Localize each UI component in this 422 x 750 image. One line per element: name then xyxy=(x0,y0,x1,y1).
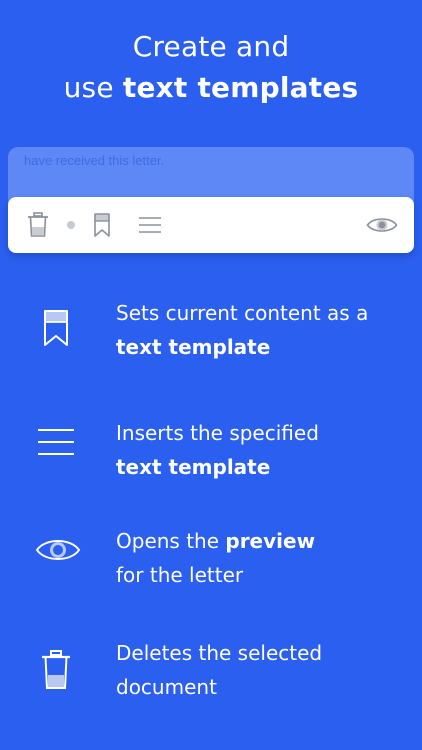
feature-icon-wrapper xyxy=(32,524,84,576)
feature-text-line-2: document xyxy=(116,675,217,699)
feature-text-bold: preview xyxy=(225,529,316,553)
headline-line-2-bold: text templates xyxy=(122,71,359,104)
feature-text-line: Deletes the selected xyxy=(116,641,323,665)
bookmark-icon xyxy=(44,310,68,346)
editor-toolbar xyxy=(8,197,414,253)
feature-text-line: Inserts the specified xyxy=(116,421,319,445)
toolbar-delete-button[interactable] xyxy=(24,211,52,239)
feature-delete: Deletes the selected document xyxy=(0,636,422,716)
eye-icon xyxy=(35,540,81,560)
toolbar-preview-button[interactable] xyxy=(366,211,398,239)
menu-lines-icon xyxy=(139,217,161,233)
editor-text-snippet: have received this letter. xyxy=(24,153,165,168)
feature-icon-wrapper xyxy=(30,416,82,468)
feature-text-bold: text template xyxy=(116,335,271,359)
feature-description: Inserts the specified text template xyxy=(116,416,406,484)
feature-text-line: Opens the xyxy=(116,529,226,553)
menu-lines-icon xyxy=(38,429,74,455)
toolbar-insert-template-button[interactable] xyxy=(136,211,164,239)
feature-text-bold: text template xyxy=(116,455,271,479)
headline-line-1: Create and xyxy=(132,30,290,63)
headline-line-2-plain: use xyxy=(63,71,123,104)
feature-description: Sets current content as a text template xyxy=(116,296,406,364)
trash-icon xyxy=(42,650,70,689)
feature-insert-template: Inserts the specified text template xyxy=(0,416,422,496)
headline-line-2: use text templates xyxy=(0,67,422,108)
toolbar-dot-separator xyxy=(67,221,75,229)
headline: Create and use text templates xyxy=(0,26,422,108)
feature-save-template: Sets current content as a text template xyxy=(0,296,422,376)
feature-text-line-2: for the letter xyxy=(116,563,244,587)
trash-icon xyxy=(28,212,48,237)
bookmark-icon xyxy=(94,213,110,237)
feature-text-line: Sets current content as a xyxy=(116,301,369,325)
feature-preview: Opens the preview for the letter xyxy=(0,524,422,604)
feature-description: Opens the preview for the letter xyxy=(116,524,406,592)
feature-icon-wrapper xyxy=(30,302,82,354)
feature-description: Deletes the selected document xyxy=(116,636,406,704)
toolbar-save-template-button[interactable] xyxy=(88,211,116,239)
feature-icon-wrapper xyxy=(30,644,82,696)
eye-icon xyxy=(366,218,398,232)
